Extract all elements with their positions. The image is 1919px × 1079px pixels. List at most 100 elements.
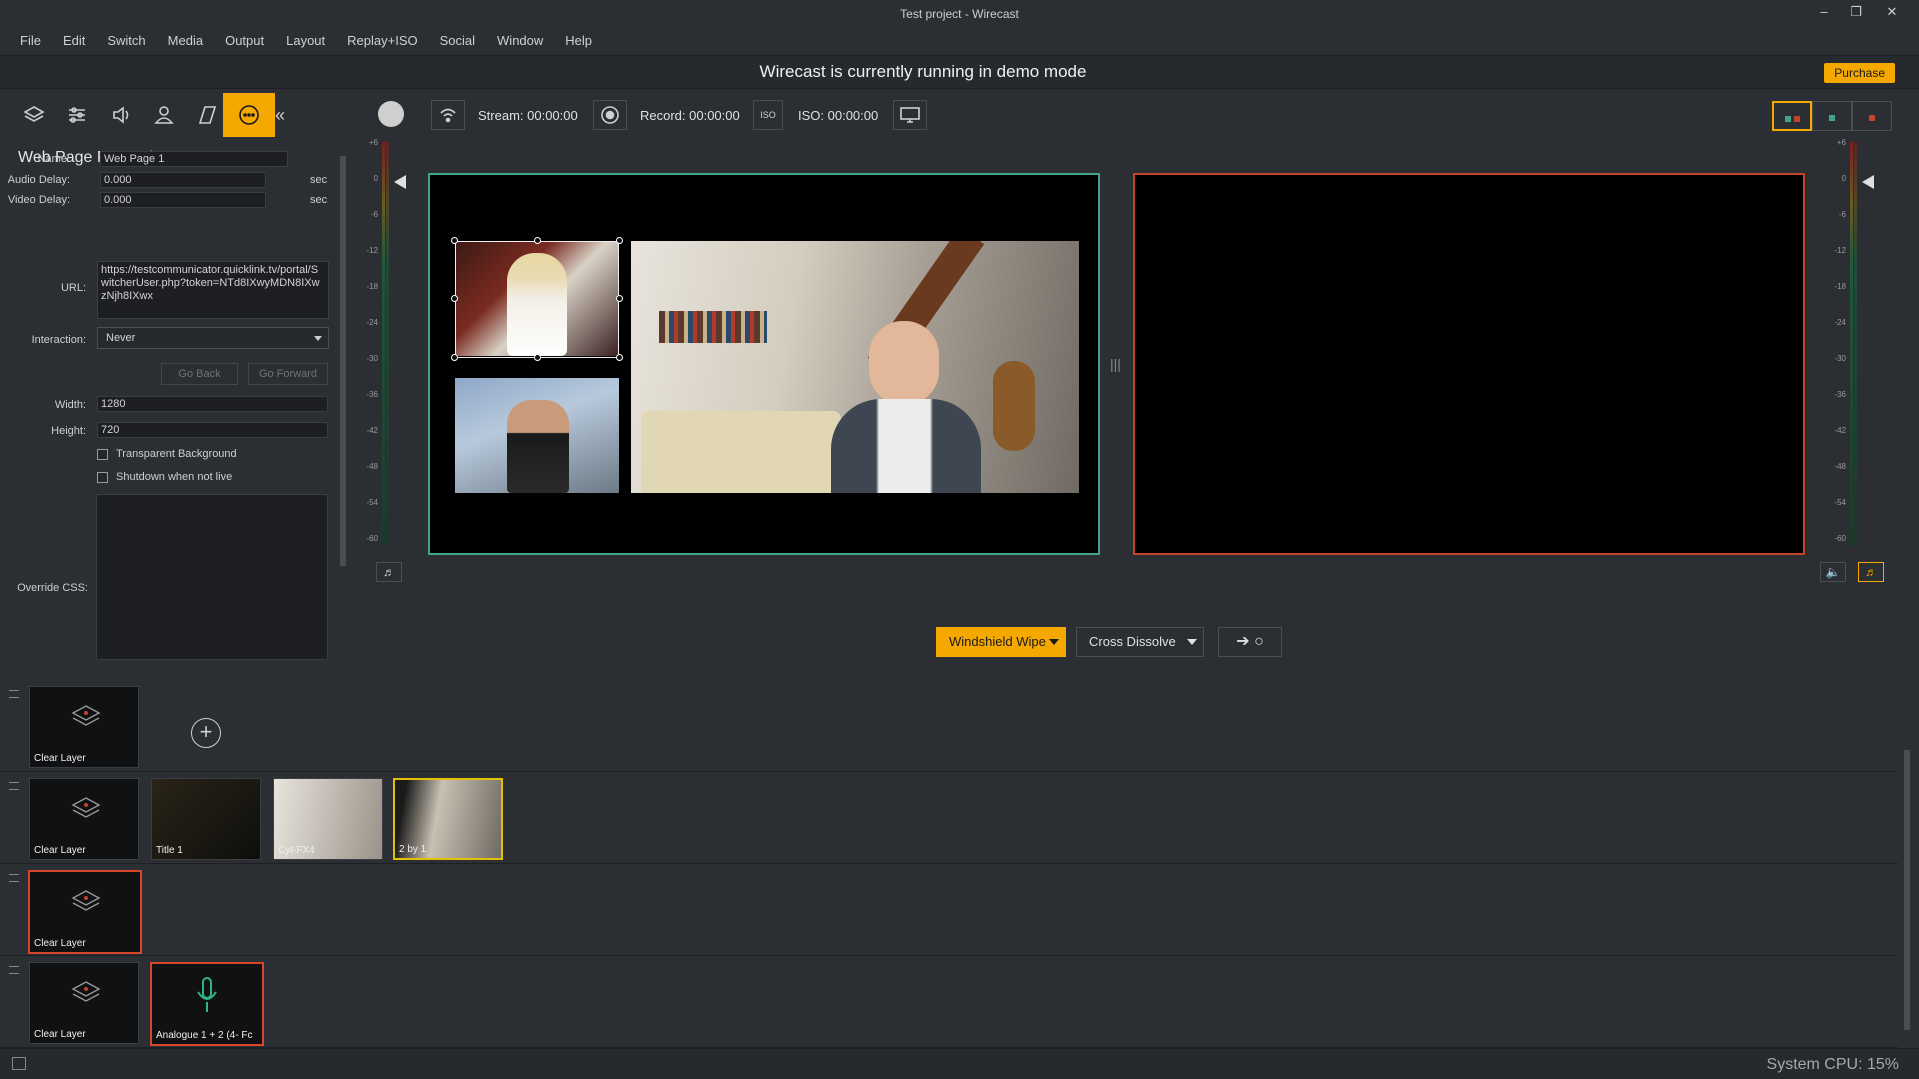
host-head — [869, 321, 939, 405]
live-volume-marker-icon[interactable] — [1862, 175, 1874, 189]
collapse-panel-icon[interactable]: « — [270, 93, 290, 137]
go-forward-button[interactable]: Go Forward — [248, 363, 328, 385]
name-field[interactable]: Web Page 1 — [100, 151, 288, 167]
menu-edit[interactable]: Edit — [63, 30, 85, 52]
shot-clear-layer[interactable]: Clear Layer — [28, 870, 142, 954]
split-handle-icon[interactable]: ||| — [1110, 356, 1121, 372]
shutdown-option[interactable]: Shutdown when not live — [97, 471, 232, 483]
drag-handle-icon[interactable] — [9, 966, 19, 974]
drag-handle-icon[interactable] — [9, 690, 19, 698]
video-delay-field[interactable]: 0.000 — [100, 192, 266, 208]
shot-clear-layer[interactable]: Clear Layer — [29, 778, 139, 860]
resize-handle[interactable] — [616, 295, 623, 302]
purchase-button[interactable]: Purchase — [1824, 63, 1895, 83]
override-css-field[interactable] — [96, 494, 328, 660]
menu-layout[interactable]: Layout — [286, 30, 325, 52]
shot-audio-input[interactable]: Analogue 1 + 2 (4- Fc — [150, 962, 264, 1046]
properties-scrollbar[interactable] — [338, 150, 348, 660]
interaction-select[interactable]: Never — [97, 327, 329, 349]
shutdown-label: Shutdown when not live — [116, 471, 233, 483]
headphones-preview-icon[interactable]: ♬ — [376, 562, 402, 582]
audio-delay-field[interactable]: 0.000 — [100, 172, 266, 188]
chevron-down-icon — [314, 336, 322, 341]
dual-view-button[interactable] — [1772, 101, 1812, 131]
stream-button[interactable] — [431, 100, 465, 130]
chevron-down-icon[interactable] — [1187, 639, 1197, 645]
menu-file[interactable]: File — [20, 30, 41, 52]
meter-tick-label: -30 — [366, 354, 378, 363]
shot-label: Clear Layer — [34, 753, 86, 764]
transparent-background-option[interactable]: Transparent Background — [97, 448, 237, 460]
close-button[interactable]: ✕ — [1880, 2, 1904, 22]
shutdown-checkbox[interactable] — [97, 471, 108, 483]
shot-label: 2 by 1 — [399, 844, 427, 855]
resize-handle[interactable] — [616, 237, 623, 244]
transition-windshield-wipe[interactable]: Windshield Wipe — [936, 627, 1066, 657]
restore-button[interactable]: ❐ — [1844, 2, 1868, 22]
guitar-image — [993, 361, 1035, 451]
resize-handle[interactable] — [534, 237, 541, 244]
preview-volume-marker-icon[interactable] — [394, 175, 406, 189]
width-field[interactable]: 1280 — [97, 396, 328, 412]
transparent-background-checkbox[interactable] — [97, 448, 108, 460]
shot-camera[interactable]: Cyt-FX4 — [273, 778, 383, 860]
transition-label: Windshield Wipe — [949, 634, 1046, 649]
meter-tick-label: -36 — [366, 390, 378, 399]
resize-handle[interactable] — [616, 354, 623, 361]
shot-2-by-1[interactable]: 2 by 1 — [393, 778, 503, 860]
resize-handle[interactable] — [451, 354, 458, 361]
height-field[interactable]: 720 — [97, 422, 328, 438]
resize-handle[interactable] — [451, 295, 458, 302]
shot-clear-layer[interactable]: Clear Layer — [29, 962, 139, 1044]
override-css-label: Override CSS: — [17, 582, 88, 594]
go-transition-button[interactable]: ➔ ○ — [1218, 627, 1282, 657]
chevron-down-icon[interactable] — [1049, 639, 1059, 645]
menu-switch[interactable]: Switch — [107, 30, 145, 52]
live-dot-icon — [1869, 115, 1875, 121]
audio-delay-label: Audio Delay: — [7, 174, 70, 186]
resize-handle[interactable] — [451, 237, 458, 244]
live-only-button[interactable] — [1852, 101, 1892, 131]
live-canvas — [1133, 173, 1805, 555]
layer-stack-icon — [71, 797, 101, 818]
add-shot-button[interactable]: + — [191, 718, 221, 748]
meter-bar — [382, 142, 385, 546]
preview-dot-icon — [1829, 115, 1835, 121]
menu-help[interactable]: Help — [565, 30, 592, 52]
go-back-button[interactable]: Go Back — [161, 363, 238, 385]
window-title: Test project - Wirecast — [900, 7, 1019, 21]
scrollbar-thumb[interactable] — [340, 156, 346, 566]
preview-only-button[interactable] — [1812, 101, 1852, 131]
monitor-icon[interactable] — [893, 100, 927, 130]
minimize-button[interactable]: – — [1812, 2, 1836, 22]
more-options-icon[interactable] — [223, 93, 275, 137]
layers-scrollbar[interactable] — [1903, 690, 1911, 1040]
record-button[interactable] — [593, 100, 627, 130]
layer-row: Clear Layer Title 1 Cyt-FX4 2 by 1 — [0, 772, 1898, 864]
menu-replay-iso[interactable]: Replay+ISO — [347, 30, 417, 52]
status-log-icon[interactable] — [12, 1057, 26, 1070]
menu-social[interactable]: Social — [440, 30, 475, 52]
menu-bar: File Edit Switch Media Output Layout Rep… — [0, 30, 1919, 52]
guest-video-source[interactable] — [455, 378, 619, 493]
iso-button[interactable]: ISO — [753, 100, 783, 130]
resize-handle[interactable] — [534, 354, 541, 361]
preview-audio-meter — [364, 142, 389, 546]
url-field[interactable]: https://testcommunicator.quicklink.tv/po… — [97, 261, 329, 319]
video-delay-unit: sec — [310, 194, 328, 206]
camera-video-source[interactable] — [631, 241, 1079, 493]
title-bar: Test project - Wirecast – ❐ ✕ — [0, 0, 1919, 30]
menu-window[interactable]: Window — [497, 30, 543, 52]
shot-title[interactable]: Title 1 — [151, 778, 261, 860]
menu-output[interactable]: Output — [225, 30, 264, 52]
scrollbar-thumb[interactable] — [1904, 750, 1910, 1030]
preview-canvas[interactable] — [428, 173, 1100, 555]
shot-clear-layer[interactable]: Clear Layer — [29, 686, 139, 768]
drag-handle-icon[interactable] — [9, 874, 19, 882]
headphones-live-icon[interactable]: ♬ — [1858, 562, 1884, 582]
menu-media[interactable]: Media — [168, 30, 203, 52]
transition-cross-dissolve[interactable]: Cross Dissolve — [1076, 627, 1204, 657]
drag-handle-icon[interactable] — [9, 782, 19, 790]
selection-rectangle[interactable] — [455, 241, 619, 358]
mute-speaker-icon[interactable]: 🔈 — [1820, 562, 1846, 582]
